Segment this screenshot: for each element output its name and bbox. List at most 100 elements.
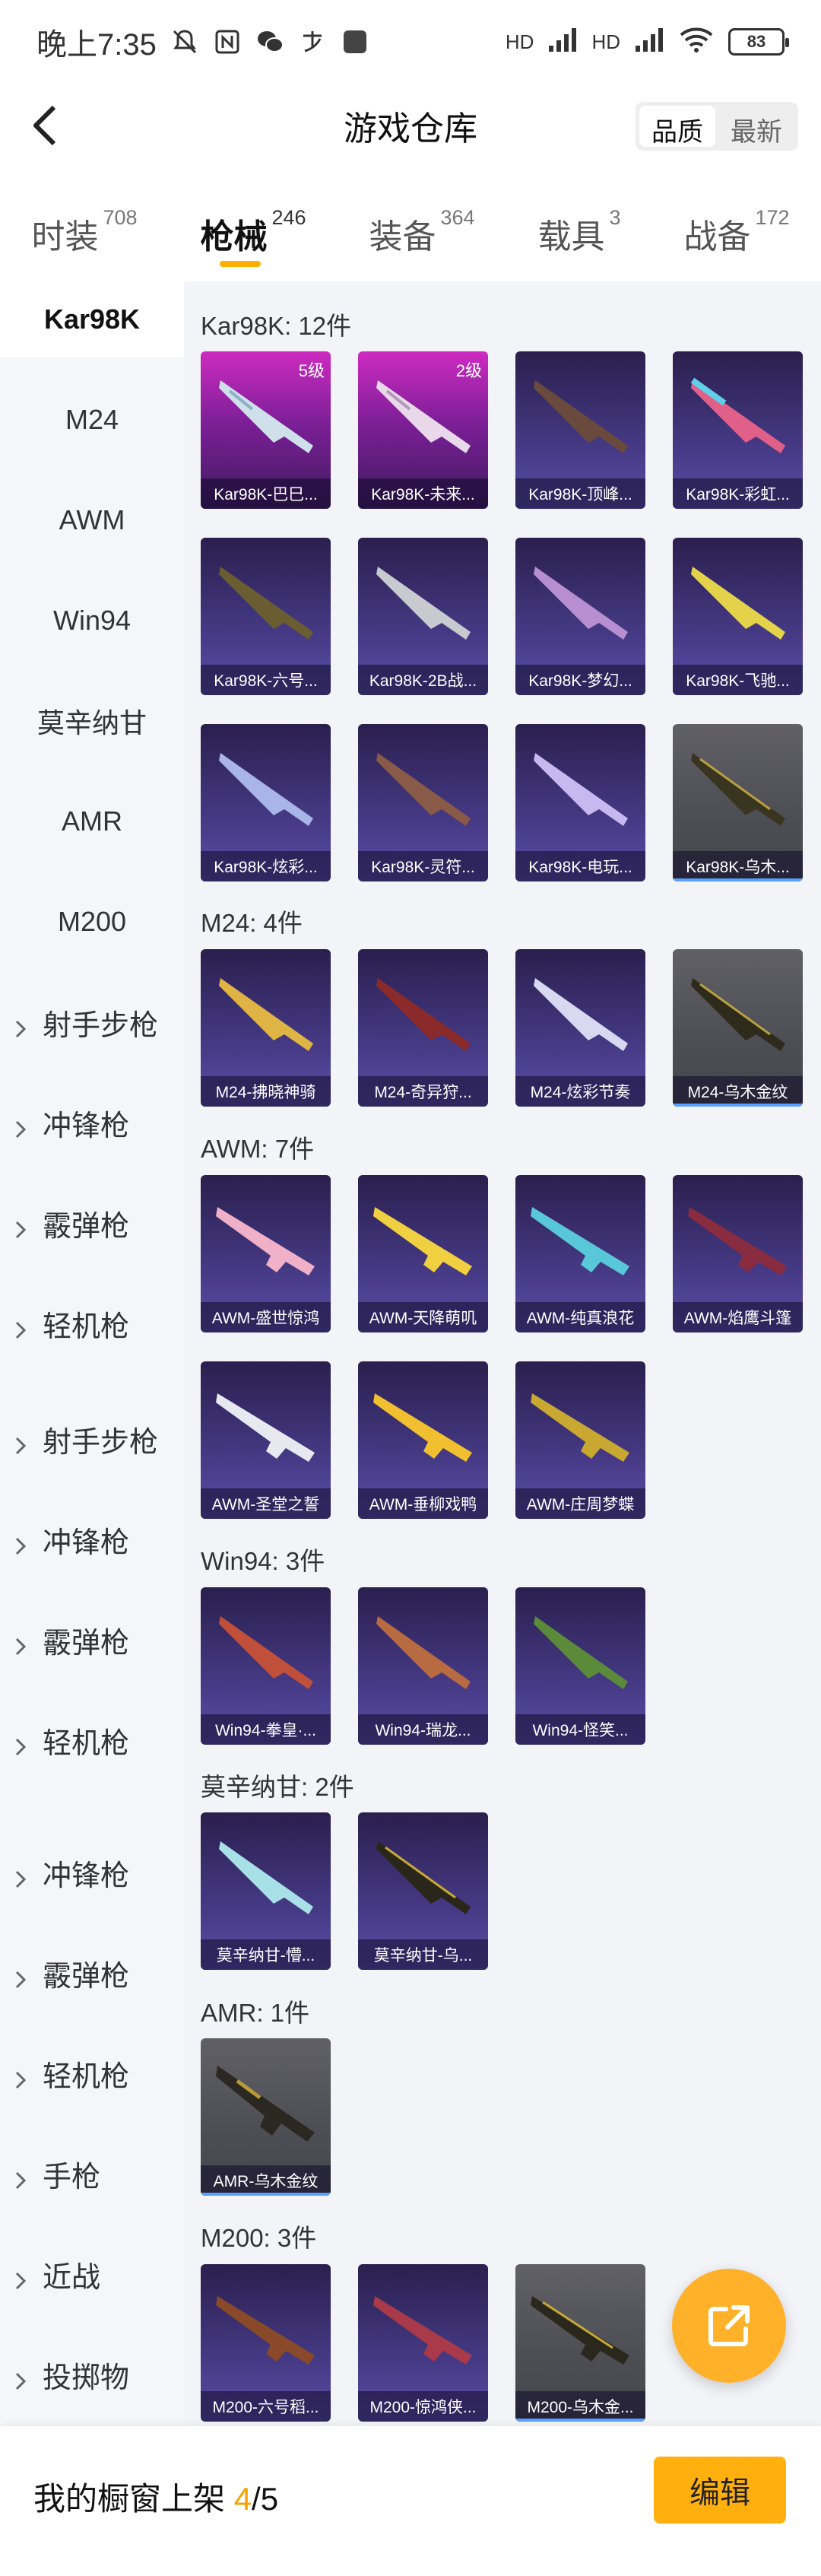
chevron-right-icon xyxy=(15,1631,27,1663)
weapon-card[interactable]: AWM-圣堂之誓 xyxy=(201,1361,331,1519)
weapon-name: Kar98K-彩虹... xyxy=(673,478,803,509)
weapon-card[interactable]: M200-乌木金... xyxy=(515,2264,645,2422)
signal-hd-label: HD xyxy=(505,30,534,53)
weapon-name: Kar98K-巴巳... xyxy=(201,478,331,509)
wifi-icon xyxy=(678,26,715,59)
rifle-icon xyxy=(219,1841,313,1914)
sidebar-group-smg-2[interactable]: 冲锋枪 xyxy=(0,1501,184,1577)
weapon-card[interactable]: M24-乌木金纹 xyxy=(673,949,803,1107)
weapon-card[interactable]: Kar98K-彩虹... xyxy=(673,351,803,509)
weapon-card[interactable]: AWM-天降萌叽 xyxy=(358,1175,488,1332)
tab-vehicles[interactable]: 载具 3 xyxy=(537,194,620,258)
signal-icon-2 xyxy=(634,26,664,59)
quality-bar xyxy=(673,1104,803,1107)
weapon-card[interactable]: Kar98K-乌木... xyxy=(673,724,803,881)
sort-latest-button[interactable]: 最新 xyxy=(718,106,794,147)
weapon-card[interactable]: AWM-盛世惊鸿 xyxy=(201,1175,331,1332)
signal-hd-label-2: HD xyxy=(591,30,620,53)
tab-count: 3 xyxy=(609,206,621,229)
weapon-card[interactable]: Kar98K-2B战... xyxy=(358,538,488,695)
edit-button[interactable]: 编辑 xyxy=(654,2457,786,2524)
weapon-card[interactable]: Kar98K-电玩... xyxy=(515,724,645,881)
weapon-card[interactable]: 5级 Kar98K-巴巳... xyxy=(201,351,331,509)
rifle-icon xyxy=(691,567,785,640)
sidebar-group-shotgun[interactable]: 霰弹枪 xyxy=(0,1185,184,1261)
weapon-card[interactable]: Kar98K-灵符... xyxy=(358,724,488,881)
mute-bell-icon xyxy=(170,27,199,56)
sidebar-item-amr[interactable]: AMR xyxy=(0,783,184,859)
sidebar-group-lmg-3[interactable]: 轻机枪 xyxy=(0,2035,184,2111)
rifle-icon xyxy=(691,978,785,1051)
sidebar-group-label: 射手步枪 xyxy=(43,1009,159,1042)
tab-equipment[interactable]: 装备 364 xyxy=(369,194,474,258)
tab-outfit[interactable]: 时装 708 xyxy=(31,194,137,258)
rifle-icon xyxy=(691,753,785,826)
sidebar-group-label: 轻机枪 xyxy=(43,2060,130,2093)
sort-quality-button[interactable]: 品质 xyxy=(639,106,715,147)
sidebar-group-label: 轻机枪 xyxy=(43,1310,130,1343)
sidebar-group-lmg-2[interactable]: 轻机枪 xyxy=(0,1702,184,1778)
sidebar-group-smg[interactable]: 冲锋枪 xyxy=(0,1085,184,1161)
weapon-card[interactable]: Win94-瑞龙... xyxy=(358,1587,488,1745)
tab-label: 载具 xyxy=(537,218,605,256)
weapon-card[interactable]: M200-惊鸿侠... xyxy=(358,2264,488,2422)
sidebar-group-dmr-2[interactable]: 射手步枪 xyxy=(0,1401,184,1477)
share-button[interactable] xyxy=(672,2269,786,2383)
weapon-card[interactable]: Win94-怪笑... xyxy=(515,1587,645,1745)
sidebar-item-awm[interactable]: AWM xyxy=(0,482,184,558)
weapon-card[interactable]: 2级 Kar98K-未来... xyxy=(358,351,488,509)
tab-guns[interactable]: 枪械 246 xyxy=(200,194,306,267)
sidebar-group-throwable[interactable]: 投掷物 xyxy=(0,2336,184,2412)
weapon-card[interactable]: Kar98K-飞驰... xyxy=(673,538,803,695)
sidebar-group-pistol[interactable]: 手枪 xyxy=(0,2136,184,2212)
weapon-grid: Kar98K: 12件 5级 Kar98K-巴巳... 2级 Kar98K-未来… xyxy=(184,281,821,2426)
weapon-name: AWM-垂柳戏鸭 xyxy=(358,1488,488,1519)
weapon-card[interactable]: 莫辛纳甘-懵... xyxy=(201,1812,331,1970)
weapon-card[interactable]: Kar98K-炫彩... xyxy=(201,724,331,881)
weapon-name: M24-乌木金纹 xyxy=(673,1076,803,1107)
back-button[interactable] xyxy=(18,99,71,152)
sidebar-group-label: 近战 xyxy=(43,2261,101,2294)
section-title-amr: AMR: 1件 xyxy=(201,1999,310,2027)
weapon-name: Kar98K-顶峰... xyxy=(515,478,645,509)
weapon-card[interactable]: Kar98K-顶峰... xyxy=(515,351,645,509)
tab-supplies[interactable]: 战备 172 xyxy=(683,194,789,258)
weapon-card[interactable]: M24-拂晓神骑 xyxy=(201,949,331,1107)
weapon-card[interactable]: 莫辛纳甘-乌... xyxy=(358,1812,488,1970)
tab-count: 246 xyxy=(271,206,306,229)
sidebar-item-win94[interactable]: Win94 xyxy=(0,583,184,659)
tab-label: 枪械 xyxy=(200,218,268,256)
sidebar-item-kar98k[interactable]: Kar98K xyxy=(0,281,184,357)
sidebar-group-melee[interactable]: 近战 xyxy=(0,2236,184,2312)
sidebar-group-dmr[interactable]: 射手步枪 xyxy=(0,984,184,1060)
weapon-card[interactable]: Win94-拳皇·... xyxy=(201,1587,331,1745)
tab-label: 装备 xyxy=(369,218,436,256)
weapon-card[interactable]: AWM-焰鹰斗篷 xyxy=(673,1175,803,1332)
rifle-icon xyxy=(376,753,471,826)
sidebar-item-m24[interactable]: M24 xyxy=(0,382,184,458)
sidebar-item-mosin[interactable]: 莫辛纳甘 xyxy=(0,683,184,759)
rifle-icon xyxy=(376,567,471,640)
rifle-icon xyxy=(376,1841,471,1914)
weapon-card[interactable]: M200-六号稻... xyxy=(201,2264,331,2422)
tab-label: 战备 xyxy=(683,218,751,256)
quality-bar xyxy=(201,2193,331,2196)
sidebar-group-lmg[interactable]: 轻机枪 xyxy=(0,1285,184,1361)
weapon-name: AWM-盛世惊鸿 xyxy=(201,1302,331,1332)
sidebar-group-smg-3[interactable]: 冲锋枪 xyxy=(0,1834,184,1911)
weapon-card[interactable]: Kar98K-六号... xyxy=(201,538,331,695)
weapon-card[interactable]: AMR-乌木金纹 xyxy=(201,2038,331,2196)
section-title-kar98k: Kar98K: 12件 xyxy=(201,312,352,340)
weapon-card[interactable]: M24-奇异狩... xyxy=(358,949,488,1107)
sidebar-item-m200[interactable]: M200 xyxy=(0,884,184,960)
sidebar-group-label: 霰弹枪 xyxy=(43,1627,130,1660)
sidebar-group-label: 霰弹枪 xyxy=(43,1210,130,1243)
weapon-card[interactable]: AWM-垂柳戏鸭 xyxy=(358,1361,488,1519)
sidebar-group-shotgun-2[interactable]: 霰弹枪 xyxy=(0,1602,184,1678)
sidebar-group-shotgun-3[interactable]: 霰弹枪 xyxy=(0,1935,184,2011)
weapon-card[interactable]: AWM-纯真浪花 xyxy=(515,1175,645,1332)
weapon-card[interactable]: AWM-庄周梦蝶 xyxy=(515,1361,645,1519)
sniper-icon xyxy=(373,2296,472,2365)
weapon-card[interactable]: Kar98K-梦幻... xyxy=(515,538,645,695)
weapon-card[interactable]: M24-炫彩节奏 xyxy=(515,949,645,1107)
